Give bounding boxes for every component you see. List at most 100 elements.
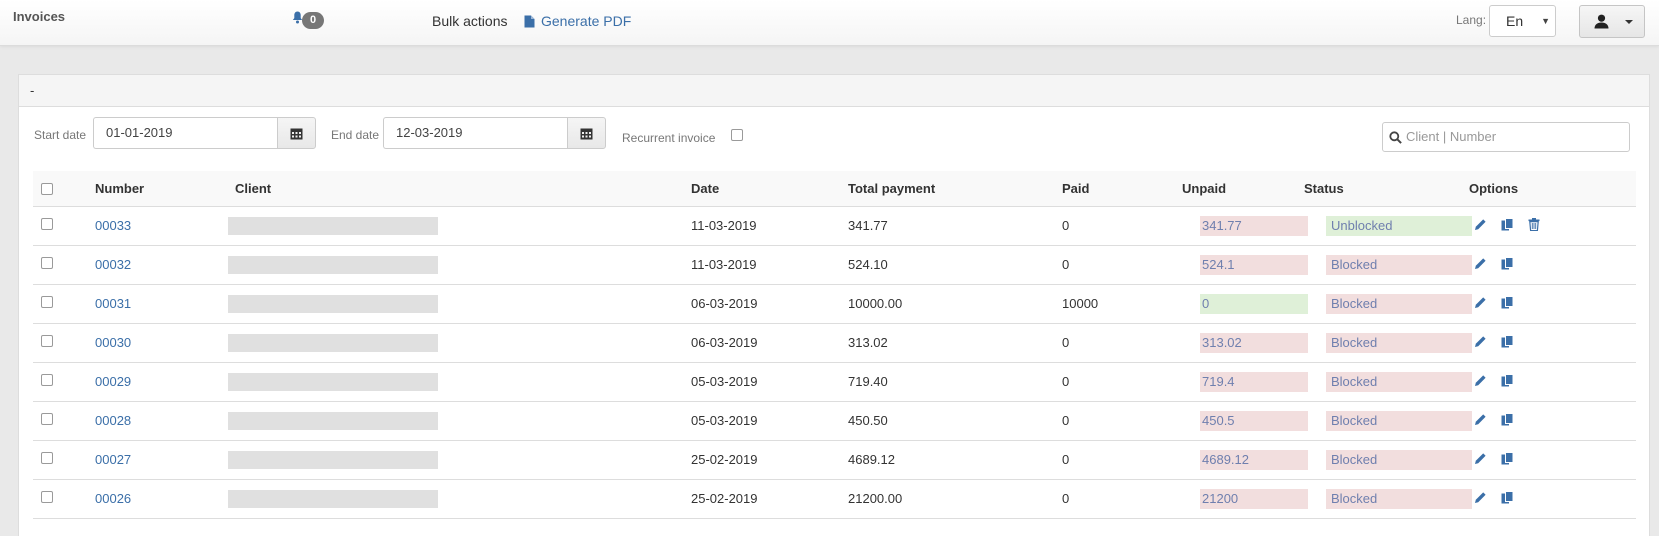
paid-amount: 0 bbox=[1062, 491, 1070, 506]
invoices-panel: - Start date 01-01-2019 End date 12-03-2… bbox=[18, 74, 1650, 536]
row-checkbox[interactable] bbox=[41, 374, 53, 386]
column-header-status[interactable]: Status bbox=[1304, 181, 1344, 196]
pencil-icon[interactable] bbox=[1474, 296, 1487, 312]
trash-icon[interactable] bbox=[1528, 218, 1540, 234]
pencil-icon[interactable] bbox=[1474, 452, 1487, 468]
column-header-options: Options bbox=[1469, 181, 1519, 196]
start-date-picker: 01-01-2019 bbox=[93, 117, 316, 149]
status-badge[interactable]: Blocked bbox=[1326, 372, 1472, 392]
copy-icon[interactable] bbox=[1501, 491, 1514, 507]
status-badge[interactable]: Blocked bbox=[1326, 294, 1472, 314]
invoice-number-link[interactable]: 00029 bbox=[95, 374, 131, 389]
bulk-actions-button[interactable]: Bulk actions bbox=[432, 13, 507, 29]
table-header: Number Client Date Total payment Paid Un… bbox=[33, 171, 1636, 207]
user-menu-button[interactable] bbox=[1579, 5, 1645, 38]
calendar-icon bbox=[290, 128, 303, 139]
row-checkbox[interactable] bbox=[41, 296, 53, 308]
invoice-number-link[interactable]: 00032 bbox=[95, 257, 131, 272]
client-name-redacted bbox=[228, 256, 438, 274]
dropdown-caret-icon: ▼ bbox=[1541, 16, 1550, 26]
total-payment: 4689.12 bbox=[848, 452, 895, 467]
table-row: 00030 06-03-2019 313.02 0 313.02 Blocked bbox=[33, 324, 1636, 363]
start-date-calendar-button[interactable] bbox=[277, 117, 316, 149]
language-label: Lang: bbox=[1456, 13, 1487, 27]
generate-pdf-button[interactable]: Generate PDF bbox=[524, 13, 631, 29]
row-checkbox[interactable] bbox=[41, 452, 53, 464]
language-value: En bbox=[1506, 13, 1524, 29]
client-name-redacted bbox=[228, 334, 438, 352]
end-date-picker: 12-03-2019 bbox=[383, 117, 606, 149]
invoice-number-link[interactable]: 00028 bbox=[95, 413, 131, 428]
invoice-number-link[interactable]: 00033 bbox=[95, 218, 131, 233]
column-header-unpaid[interactable]: Unpaid bbox=[1182, 181, 1226, 196]
invoice-date: 05-03-2019 bbox=[691, 413, 758, 428]
client-name-redacted bbox=[228, 490, 438, 508]
copy-icon[interactable] bbox=[1501, 413, 1514, 429]
total-payment: 10000.00 bbox=[848, 296, 903, 311]
copy-icon[interactable] bbox=[1501, 296, 1514, 312]
paid-amount: 10000 bbox=[1062, 296, 1099, 311]
status-badge[interactable]: Blocked bbox=[1326, 489, 1472, 509]
total-payment: 313.02 bbox=[848, 335, 888, 350]
search-icon bbox=[1389, 131, 1402, 144]
invoice-number-link[interactable]: 00030 bbox=[95, 335, 131, 350]
row-checkbox[interactable] bbox=[41, 218, 53, 230]
table-row: 00026 25-02-2019 21200.00 0 21200 Blocked bbox=[33, 480, 1636, 519]
recurrent-invoice-checkbox[interactable] bbox=[731, 129, 743, 141]
search-input[interactable]: Client | Number bbox=[1382, 122, 1630, 152]
client-name-redacted bbox=[228, 373, 438, 391]
copy-icon[interactable] bbox=[1501, 335, 1514, 351]
invoice-number-link[interactable]: 00027 bbox=[95, 452, 131, 467]
table-row: 00031 06-03-2019 10000.00 10000 0 Blocked bbox=[33, 285, 1636, 324]
unpaid-amount: 0 bbox=[1200, 294, 1308, 314]
total-payment: 341.77 bbox=[848, 218, 888, 233]
client-name-redacted bbox=[228, 412, 438, 430]
end-date-calendar-button[interactable] bbox=[567, 117, 606, 149]
row-checkbox[interactable] bbox=[41, 413, 53, 425]
pencil-icon[interactable] bbox=[1474, 413, 1487, 429]
select-all-checkbox[interactable] bbox=[41, 183, 53, 195]
user-icon bbox=[1594, 14, 1609, 29]
client-name-redacted bbox=[228, 295, 438, 313]
paid-amount: 0 bbox=[1062, 413, 1070, 428]
status-badge[interactable]: Blocked bbox=[1326, 333, 1472, 353]
paid-amount: 0 bbox=[1062, 335, 1070, 350]
invoice-date: 11-03-2019 bbox=[691, 218, 757, 233]
language-select[interactable]: En ▼ bbox=[1489, 5, 1556, 37]
status-badge[interactable]: Blocked bbox=[1326, 255, 1472, 275]
copy-icon[interactable] bbox=[1501, 257, 1514, 273]
start-date-label: Start date bbox=[34, 128, 87, 142]
copy-icon[interactable] bbox=[1501, 374, 1514, 390]
column-header-paid[interactable]: Paid bbox=[1062, 181, 1089, 196]
status-badge[interactable]: Unblocked bbox=[1326, 216, 1472, 236]
column-header-number[interactable]: Number bbox=[95, 181, 144, 196]
row-checkbox[interactable] bbox=[41, 491, 53, 503]
row-checkbox[interactable] bbox=[41, 257, 53, 269]
invoice-number-link[interactable]: 00031 bbox=[95, 296, 131, 311]
copy-icon[interactable] bbox=[1501, 218, 1514, 234]
invoice-number-link[interactable]: 00026 bbox=[95, 491, 131, 506]
column-header-date[interactable]: Date bbox=[691, 181, 719, 196]
pencil-icon[interactable] bbox=[1474, 218, 1487, 234]
table-row: 00029 05-03-2019 719.40 0 719.4 Blocked bbox=[33, 363, 1636, 402]
pencil-icon[interactable] bbox=[1474, 374, 1487, 390]
column-header-client[interactable]: Client bbox=[235, 181, 271, 196]
notifications-button[interactable]: 0 bbox=[292, 10, 326, 30]
status-badge[interactable]: Blocked bbox=[1326, 411, 1472, 431]
pencil-icon[interactable] bbox=[1474, 257, 1487, 273]
copy-icon[interactable] bbox=[1501, 452, 1514, 468]
pencil-icon[interactable] bbox=[1474, 491, 1487, 507]
end-date-label: End date bbox=[331, 128, 380, 142]
total-payment: 21200.00 bbox=[848, 491, 903, 506]
chevron-down-icon bbox=[1625, 20, 1633, 24]
panel-heading: - bbox=[19, 75, 1649, 107]
start-date-input[interactable]: 01-01-2019 bbox=[93, 117, 277, 149]
row-checkbox[interactable] bbox=[41, 335, 53, 347]
column-header-total-payment[interactable]: Total payment bbox=[848, 181, 935, 196]
file-icon bbox=[524, 15, 535, 27]
pencil-icon[interactable] bbox=[1474, 335, 1487, 351]
table-row: 00027 25-02-2019 4689.12 0 4689.12 Blocked bbox=[33, 441, 1636, 480]
end-date-input[interactable]: 12-03-2019 bbox=[383, 117, 567, 149]
invoice-date: 11-03-2019 bbox=[691, 257, 757, 272]
status-badge[interactable]: Blocked bbox=[1326, 450, 1472, 470]
